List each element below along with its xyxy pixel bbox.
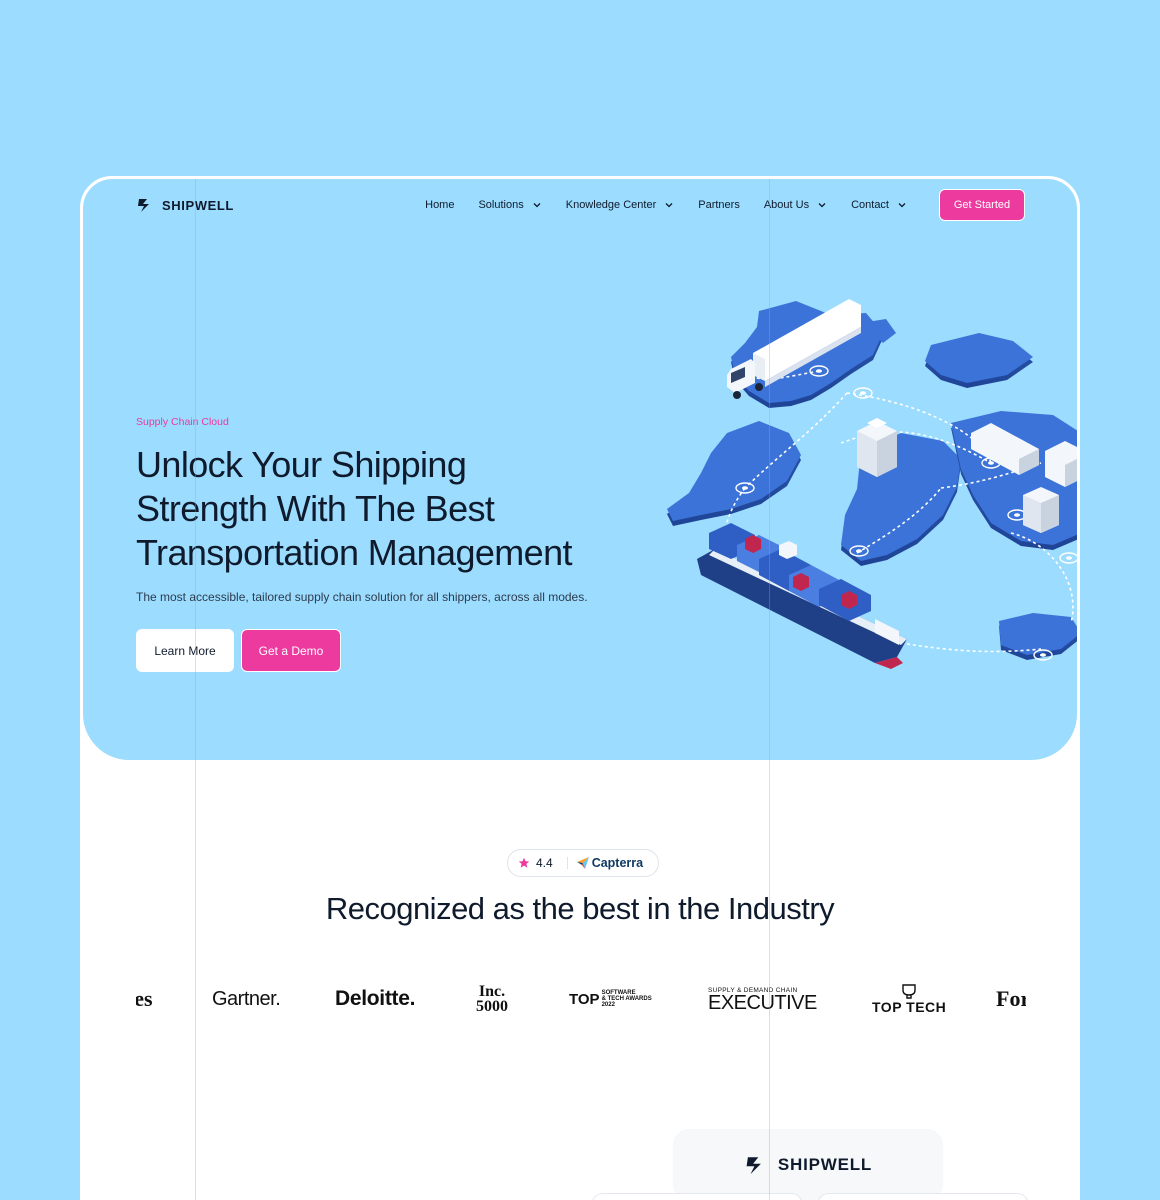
nav-label: Home [425, 199, 455, 211]
shipwell-logo-icon [138, 199, 149, 212]
inc-logo-top: Inc. [478, 983, 506, 1000]
hero-title-line: Unlock Your Shipping [136, 444, 467, 485]
nav-links: Home Solutions Knowledge Center Partners… [401, 199, 907, 211]
nav-item-knowledge-center[interactable]: Knowledge Center [566, 199, 675, 211]
hero-title-line: Strength With The Best [136, 488, 495, 529]
preview-card [817, 1193, 1029, 1200]
trophy-icon [902, 984, 916, 999]
hero-section: SHIPWELL Home Solutions Knowledge Center… [83, 179, 1077, 760]
forbes-logo: bes [136, 986, 153, 1011]
shipwell-logo-card: SHIPWELL [673, 1129, 943, 1200]
cargo-boxes [857, 418, 897, 477]
hero-title-line: Transportation Management [136, 532, 573, 573]
rating-divider [566, 857, 568, 869]
hero-subtitle: The most accessible, tailored supply cha… [136, 590, 588, 604]
chevron-down-icon [818, 203, 826, 208]
nav-item-solutions[interactable]: Solutions [478, 199, 541, 211]
capterra-label: Capterra [591, 856, 644, 870]
nav-label: Solutions [478, 199, 524, 211]
nav-item-home[interactable]: Home [425, 199, 454, 211]
get-started-button[interactable]: Get Started [939, 189, 1025, 221]
top-navigation: SHIPWELL Home Solutions Knowledge Center… [83, 179, 1077, 235]
chevron-down-icon [898, 203, 906, 208]
rating-value: 4.4 [536, 856, 553, 870]
star-icon [518, 857, 530, 868]
forbes-logo: For [996, 986, 1026, 1011]
chevron-down-icon [665, 203, 673, 208]
deloitte-logo: Deloitte. [335, 987, 416, 1010]
shipwell-logo-icon [746, 1157, 761, 1175]
rating-badge[interactable]: 4.4 Capterra [507, 849, 659, 877]
greenland-shape [925, 333, 1033, 388]
top-awards-sub: SOFTWARE & TECH AWARDS 2022 [602, 990, 652, 1008]
south-america-shape [667, 421, 801, 526]
world-map-illustration [667, 299, 1077, 669]
hero-eyebrow: Supply Chain Cloud [136, 416, 229, 428]
page-frame: SHIPWELL Home Solutions Knowledge Center… [80, 176, 1080, 1200]
nav-item-partners[interactable]: Partners [698, 199, 740, 211]
top-awards-main: TOP [569, 990, 600, 1008]
nav-item-contact[interactable]: Contact [851, 199, 907, 211]
nav-label: Knowledge Center [565, 199, 657, 211]
get-demo-button[interactable]: Get a Demo [241, 629, 341, 672]
top-tech-logo: TOP TECH [872, 974, 946, 1024]
nav-item-about-us[interactable]: About Us [764, 199, 827, 211]
nav-label: About Us [763, 199, 810, 211]
brand-name: SHIPWELL [777, 1155, 873, 1174]
awards-logo-strip: bes Gartner. Deloitte. Inc. 5000 TOP SOF… [136, 974, 1026, 1024]
top-awards-year: 2022 [601, 1002, 615, 1008]
nav-label: Contact [851, 199, 889, 211]
nav-label: Partners [698, 199, 740, 211]
australia-shape [999, 613, 1077, 660]
learn-more-button[interactable]: Learn More [136, 629, 234, 672]
shipwell-logo[interactable]: SHIPWELL [136, 195, 234, 215]
inc-logo-bottom: 5000 [476, 998, 508, 1015]
sdce-logo-main: EXECUTIVE [708, 991, 817, 1014]
sdce-logo: SUPPLY & DEMAND CHAIN EXECUTIVE [708, 974, 817, 1024]
preview-card [591, 1193, 803, 1200]
capterra-icon [576, 857, 589, 869]
top-software-awards-logo: TOP SOFTWARE & TECH AWARDS 2022 [569, 974, 652, 1024]
recognition-title: Recognized as the best in the Industry [325, 891, 835, 926]
cargo-boxes [1023, 487, 1059, 533]
inc-5000-logo: Inc. 5000 [476, 974, 508, 1024]
hero-title: Unlock Your Shipping Strength With The B… [136, 443, 656, 575]
chevron-down-icon [533, 203, 541, 208]
brand-name: SHIPWELL [162, 197, 234, 213]
gartner-logo: Gartner. [212, 987, 281, 1010]
top-tech-label: TOP TECH [872, 999, 947, 1015]
